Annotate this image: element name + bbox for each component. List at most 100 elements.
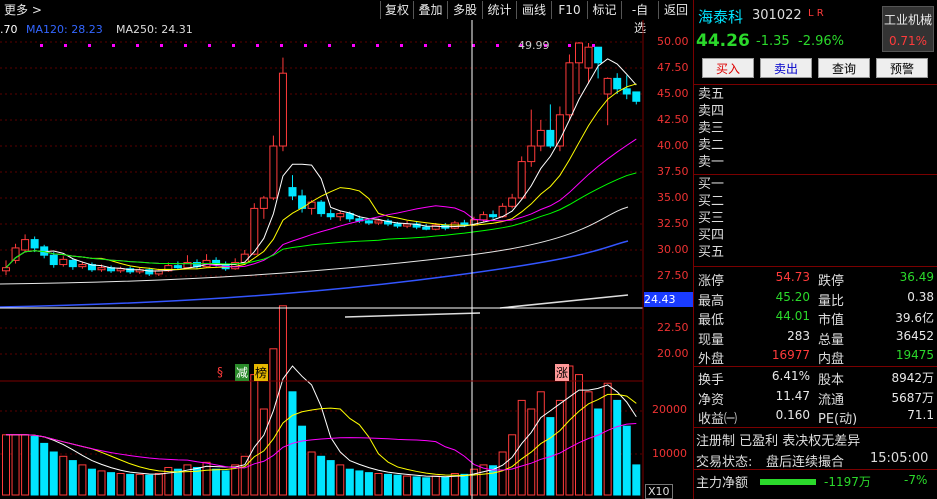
volume-bar: [154, 473, 163, 496]
volume-bar: [326, 460, 335, 496]
volume-bar: [307, 451, 316, 496]
trade-time: 15:05:00: [870, 451, 929, 466]
quote-label: 量比: [818, 293, 845, 309]
price-tick: 47.50: [657, 61, 689, 74]
event-s-marker[interactable]: §: [217, 365, 223, 379]
buy-5-label: 买五: [698, 245, 725, 260]
candle-body: [632, 91, 641, 102]
quote-value: 0.38: [907, 289, 934, 304]
volume-bar: [2, 434, 10, 496]
grid-lines: [0, 41, 643, 455]
industry-box[interactable]: 工业机械 0.71%: [882, 6, 934, 52]
ma-line: [5, 58, 637, 272]
candle-body: [403, 223, 412, 227]
quote-value: 6.41%: [771, 369, 810, 383]
volume-bar: [317, 455, 326, 496]
volume-bar: [603, 382, 612, 496]
volume-bar: [116, 473, 125, 496]
volume-bar: [422, 477, 431, 496]
alert-button[interactable]: 预警: [876, 58, 928, 78]
sell-button[interactable]: 卖出: [760, 58, 812, 78]
stock-name: 海泰科: [698, 8, 744, 26]
buy-button[interactable]: 买入: [702, 58, 754, 78]
volume-bar: [145, 474, 154, 496]
marker-dot: [40, 44, 43, 47]
marker-dot: [496, 44, 499, 47]
volume-bar: [21, 434, 30, 496]
candle-body: [240, 253, 249, 263]
buy-3-label: 买三: [698, 211, 725, 226]
stock-tags: 注册制 已盈利 表决权无差异: [696, 434, 861, 449]
price-tick: 32.50: [657, 217, 689, 230]
marker-dot: [424, 44, 427, 47]
volume-bar: [374, 473, 383, 496]
candle-body: [364, 220, 373, 224]
main-flow-pct: -7%: [904, 473, 928, 487]
volume-bar: [384, 473, 392, 496]
high-price-marker: 49.99: [518, 39, 550, 52]
volume-bar: [87, 468, 96, 496]
volume-bar: [78, 464, 87, 496]
marker-dot: [400, 44, 403, 47]
volume-bar: [355, 470, 364, 496]
candle-body: [508, 197, 517, 207]
volume-bar: [613, 399, 622, 496]
volume-bar: [364, 472, 373, 496]
chart-panel[interactable]: 更多 > 复权 叠加 多股 统计 画线 F10 标记 -自选 返回 .70 MA…: [0, 0, 693, 499]
volume-tick: 10000: [652, 447, 687, 460]
price-tick: 37.50: [657, 165, 689, 178]
volume-bar: [49, 451, 58, 496]
candle-body: [259, 197, 268, 209]
moving-averages: [0, 58, 637, 318]
candle-body: [393, 223, 402, 227]
candle-body: [489, 214, 498, 218]
event-reduce-marker[interactable]: 减: [235, 364, 250, 381]
trade-status: 盘后连续撮合: [766, 455, 845, 470]
quote-value: 0.160: [775, 408, 810, 422]
sell-3-label: 卖三: [698, 121, 725, 136]
candle-body: [49, 254, 58, 266]
candle-body: [317, 201, 326, 215]
price-tick: 35.00: [657, 191, 689, 204]
buy-1-label: 买一: [698, 177, 725, 192]
candle-body: [336, 213, 345, 218]
volume-bar: [575, 374, 583, 496]
volume-bar: [11, 434, 20, 496]
quote-value: 71.1: [907, 408, 934, 422]
ma250-line: [499, 294, 629, 309]
candle-body: [269, 145, 278, 199]
event-rise-marker[interactable]: 涨: [555, 364, 570, 381]
candle-body: [288, 187, 297, 197]
ma120-line: [0, 240, 629, 308]
volume-bar: [126, 473, 135, 496]
volume-bar: [298, 425, 307, 496]
volume-bar: [231, 464, 240, 496]
marker-dot: [328, 44, 331, 47]
quote-value: 54.73: [775, 270, 810, 284]
candle-body: [431, 224, 440, 230]
volume-bar: [460, 473, 469, 496]
stock-code: 301022: [752, 8, 802, 23]
industry-name: 工业机械: [883, 13, 932, 27]
candle-body: [68, 259, 77, 268]
marker-dot: [304, 44, 307, 47]
price-change-pct: -2.96%: [798, 34, 844, 49]
price-tick: 27.50: [657, 269, 689, 282]
marker-dot: [208, 44, 211, 47]
quote-label: 收益㈠: [698, 412, 738, 427]
volume-tick: 20000: [652, 403, 687, 416]
marker-dot: [184, 44, 187, 47]
quote-label: PE(动): [818, 412, 858, 427]
candle-body: [613, 77, 622, 90]
quote-label: 最低: [698, 313, 725, 328]
kline-chart[interactable]: [0, 0, 693, 499]
volume-bar: [412, 476, 421, 496]
volume-bar: [565, 365, 574, 496]
separator: [694, 469, 937, 470]
sell-2-label: 卖二: [698, 138, 725, 153]
event-list-marker[interactable]: 榜: [254, 364, 269, 381]
candle-body: [2, 267, 10, 272]
query-button[interactable]: 查询: [818, 58, 870, 78]
volume-bar: [269, 348, 278, 496]
quote-value: 16977: [771, 348, 810, 362]
